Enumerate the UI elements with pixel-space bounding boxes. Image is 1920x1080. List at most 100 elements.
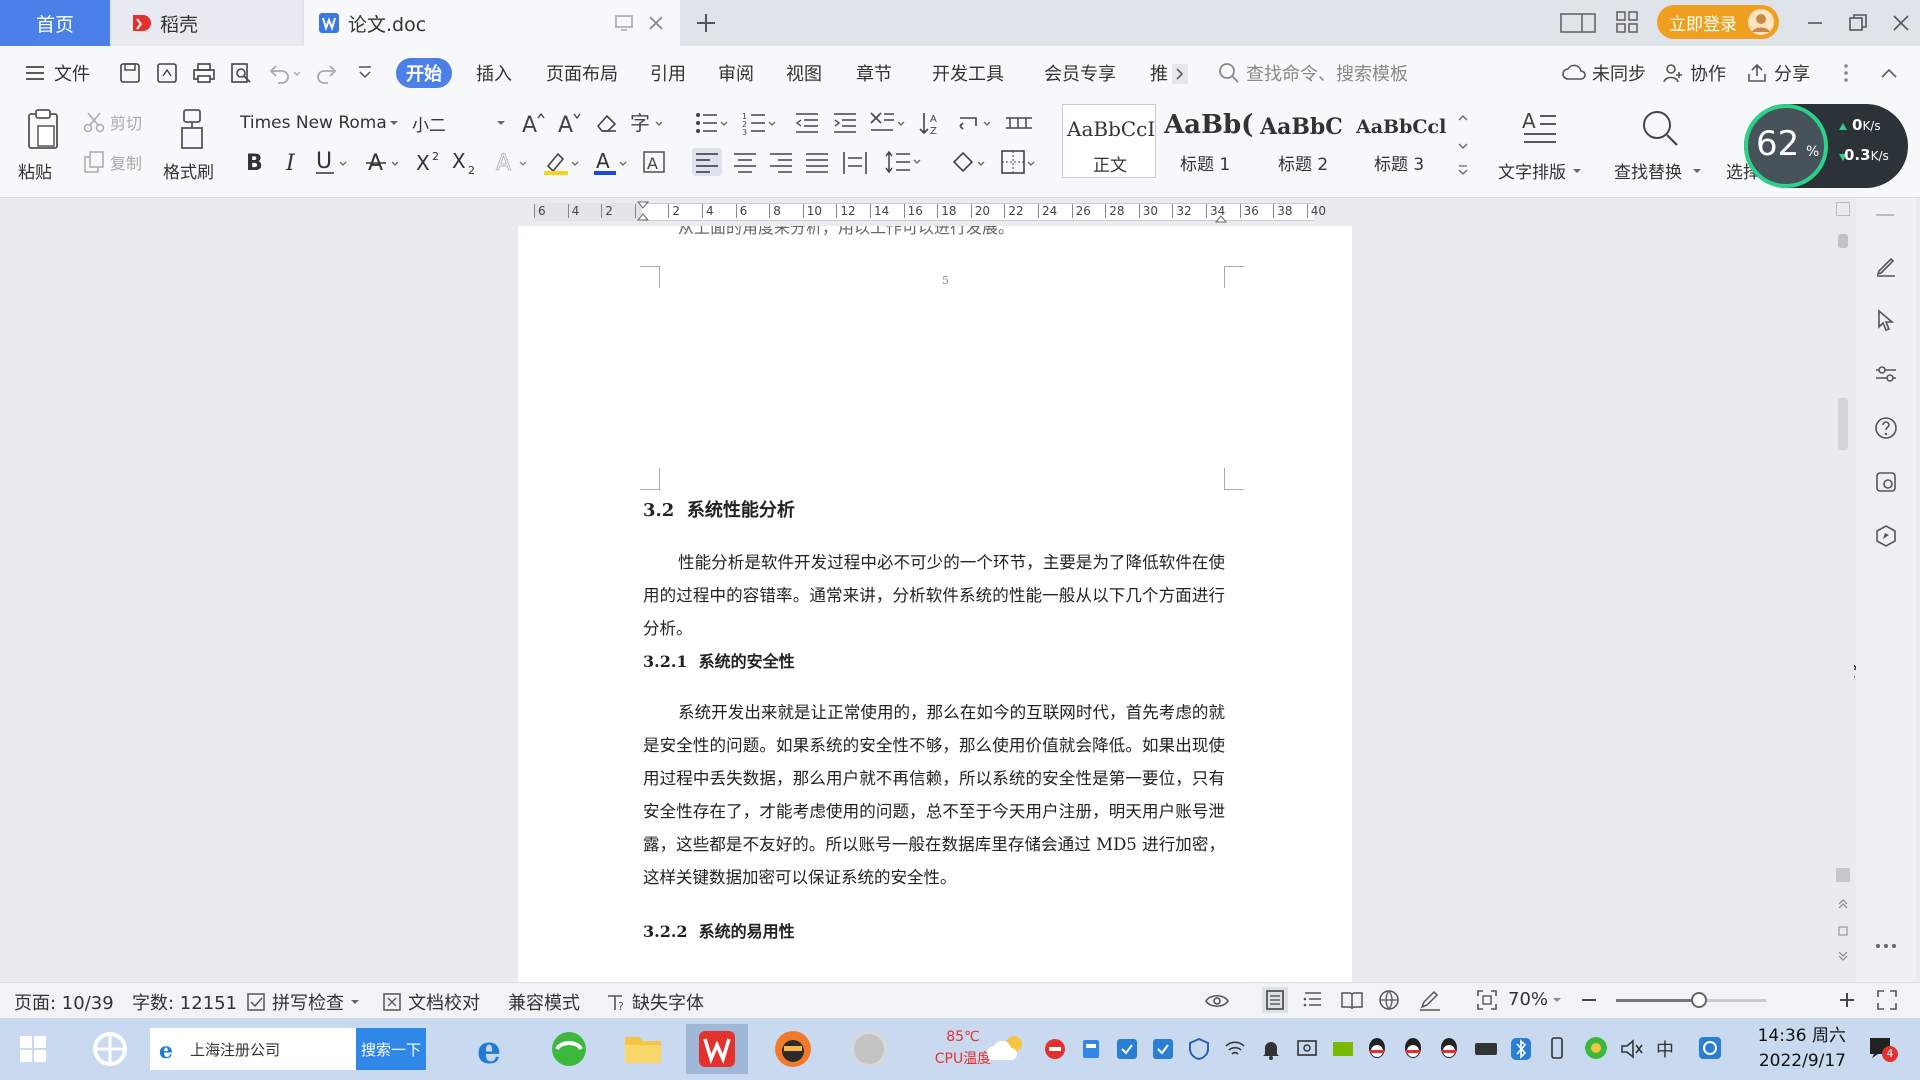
tray-qq-icon[interactable]	[1366, 1036, 1388, 1060]
taskbar-ie[interactable]: e	[464, 1024, 526, 1074]
tray-wifi-icon[interactable]	[1224, 1038, 1246, 1060]
fit-page-icon[interactable]	[1476, 989, 1498, 1011]
phonetic-guide-icon[interactable]: 字	[630, 108, 666, 136]
menu-item-review[interactable]: 审阅	[708, 58, 764, 88]
taskbar-file-explorer[interactable]	[612, 1024, 674, 1074]
zoom-select[interactable]: 70%	[1508, 989, 1562, 1010]
print-preview-icon[interactable]	[229, 61, 253, 85]
menu-item-member[interactable]: 会员专享	[1034, 58, 1126, 88]
tray-usb-icon[interactable]	[1546, 1036, 1568, 1060]
taskbar-wps[interactable]	[686, 1024, 748, 1074]
taskbar-search[interactable]: e 上海注册公司 搜索一下	[150, 1028, 426, 1070]
borders-icon[interactable]	[1000, 148, 1040, 176]
font-size-select[interactable]: 小二	[412, 110, 512, 136]
heading-3-2-2[interactable]: 3.2.2 系统的易用性	[643, 918, 795, 942]
page-view-icon[interactable]	[1262, 987, 1288, 1013]
restore-icon[interactable]	[1847, 12, 1869, 34]
save-icon[interactable]	[118, 61, 142, 85]
taskbar-360-browser[interactable]	[538, 1024, 600, 1074]
styles-scroll-icon[interactable]	[1456, 108, 1470, 180]
style-heading-1[interactable]: AaBb( 标题 1	[1160, 104, 1256, 178]
italic-icon[interactable]: I	[280, 148, 306, 176]
table-tabs-icon[interactable]	[1004, 110, 1034, 136]
new-tab-icon[interactable]	[694, 11, 718, 35]
decrease-indent-icon[interactable]	[794, 110, 820, 136]
minimize-icon[interactable]	[1804, 12, 1826, 34]
indent-marker-icon[interactable]	[636, 200, 650, 226]
settings-sliders-icon[interactable]	[1874, 362, 1898, 386]
text-layout-button[interactable]: A 文字排版	[1494, 106, 1584, 192]
sidebar-more-icon[interactable]	[1874, 942, 1898, 950]
style-heading-3[interactable]: AaBbCcl 标题 3	[1354, 104, 1450, 178]
line-spacing-icon[interactable]	[884, 148, 924, 176]
reading-view-icon[interactable]	[1340, 989, 1364, 1011]
missing-font-button[interactable]: ? 缺失字体	[606, 989, 704, 1015]
scroll-thumb-top[interactable]	[1838, 234, 1848, 248]
web-view-icon[interactable]	[1378, 989, 1400, 1011]
command-search[interactable]: 查找命令、搜索模板	[1218, 60, 1408, 86]
right-indent-marker-icon[interactable]	[1214, 212, 1228, 224]
cut-button[interactable]: 剪切	[82, 110, 142, 134]
collapse-ribbon-icon[interactable]	[1878, 62, 1900, 84]
zoom-in-icon[interactable]	[1838, 991, 1856, 1009]
export-pdf-icon[interactable]	[155, 61, 179, 85]
close-window-icon[interactable]	[1890, 12, 1912, 34]
tray-sync2-icon[interactable]	[1152, 1038, 1174, 1060]
more-options-icon[interactable]	[1842, 62, 1850, 84]
align-center-icon[interactable]	[730, 148, 760, 176]
increase-indent-icon[interactable]	[832, 110, 858, 136]
tab-display-icon[interactable]	[614, 13, 634, 33]
taskbar-media-app[interactable]	[838, 1024, 900, 1074]
tray-assistant-icon[interactable]	[1698, 1036, 1722, 1060]
heading-3-2-1[interactable]: 3.2.1 系统的安全性	[643, 648, 795, 672]
paste-button[interactable]: 粘贴	[16, 106, 66, 192]
align-left-icon[interactable]	[692, 148, 722, 176]
split-view-icon[interactable]	[1836, 202, 1850, 216]
weather-icon[interactable]	[986, 1032, 1030, 1064]
outline-view-icon[interactable]	[1302, 989, 1324, 1011]
taskbar-game-app[interactable]	[762, 1024, 824, 1074]
tray-nvidia-icon[interactable]	[1332, 1038, 1354, 1060]
tab-close-icon[interactable]	[646, 13, 666, 33]
select-pointer-icon[interactable]	[1874, 308, 1898, 332]
tray-display-icon[interactable]	[1296, 1038, 1318, 1060]
share-button[interactable]: 分享	[1746, 60, 1810, 86]
page-current[interactable]: 3.2 系统性能分析 性能分析是软件开发过程中必不可少的一个环节，主要是为了降低…	[518, 388, 1352, 982]
fullscreen-icon[interactable]	[1876, 989, 1898, 1011]
quick-access-dropdown-icon[interactable]	[356, 64, 374, 82]
bullet-list-icon[interactable]	[694, 110, 730, 136]
taskbar-search-button[interactable]: 搜索一下	[356, 1028, 426, 1070]
scroll-thumb[interactable]	[1838, 398, 1848, 450]
text-effect-icon[interactable]: A	[494, 148, 534, 176]
apps-grid-icon[interactable]	[1615, 10, 1639, 34]
write-mode-icon[interactable]	[1418, 989, 1442, 1011]
ime-indicator[interactable]: 中	[1656, 1036, 1674, 1062]
format-painter-button[interactable]: 格式刷	[160, 106, 226, 192]
tray-360-icon[interactable]	[1584, 1036, 1608, 1060]
tray-bell-icon[interactable]	[1260, 1038, 1282, 1060]
tab-home[interactable]: 首页	[0, 0, 110, 46]
paragraph-security[interactable]: 系统开发出来就是让正常使用的，那么在如今的互联网时代，首先考虑的就是安全性的问题…	[643, 696, 1225, 894]
numbered-list-icon[interactable]: 123	[742, 110, 778, 136]
backup-cloud-icon[interactable]	[1874, 470, 1898, 494]
copy-button[interactable]: 复制	[82, 150, 142, 174]
horizontal-ruler[interactable]: 6 4 2 2 4 6 8 10 12 14 16 18 20 22 24 26 28 30 32 34 36 38 40	[0, 198, 1840, 226]
tray-bluetooth-icon[interactable]	[1510, 1037, 1532, 1061]
bold-icon[interactable]: B	[242, 148, 268, 176]
paragraph-marks-icon[interactable]	[956, 110, 996, 136]
menu-item-developer[interactable]: 开发工具	[922, 58, 1014, 88]
menu-item-chapter[interactable]: 章节	[846, 58, 902, 88]
login-button[interactable]: 立即登录	[1657, 5, 1779, 39]
zoom-out-icon[interactable]	[1580, 991, 1598, 1009]
underline-icon[interactable]: U	[314, 148, 354, 176]
pen-edit-icon[interactable]	[1874, 254, 1898, 278]
style-heading-2[interactable]: AaBbC 标题 2	[1258, 104, 1354, 178]
tab-docer[interactable]: 稻壳	[112, 0, 302, 46]
menu-item-references[interactable]: 引用	[640, 58, 696, 88]
menu-item-view[interactable]: 视图	[776, 58, 832, 88]
decrease-font-icon[interactable]: A	[556, 110, 582, 136]
page-indicator[interactable]: 页面: 10/39	[14, 989, 114, 1015]
sort-icon[interactable]: AZ	[918, 110, 944, 136]
highlight-icon[interactable]	[544, 148, 584, 176]
subscript-icon[interactable]: X2	[452, 148, 482, 176]
